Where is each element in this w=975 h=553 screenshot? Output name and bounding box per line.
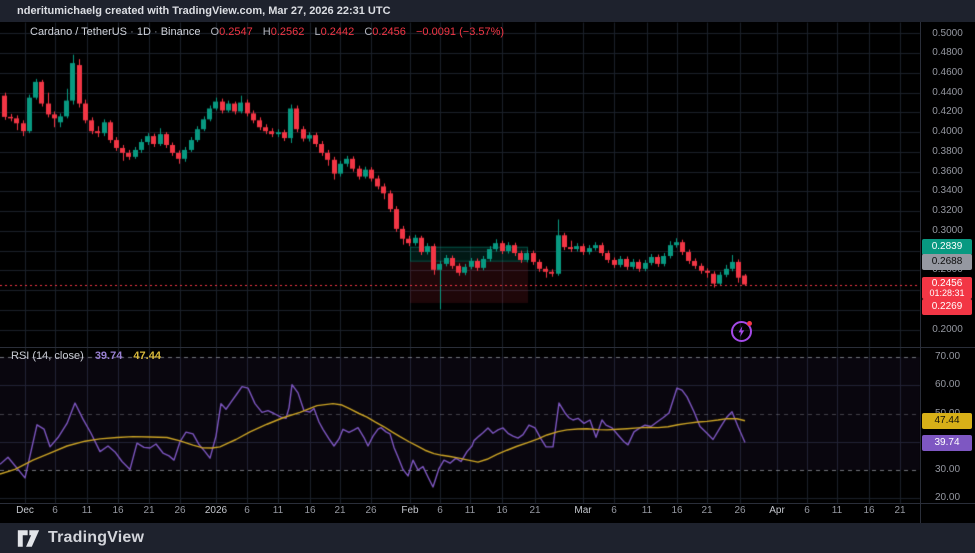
chart-canvas[interactable] (0, 0, 975, 553)
time-tick-label: 21 (132, 505, 166, 516)
time-axis-separator (0, 503, 975, 504)
tradingview-brand-text[interactable]: TradingView (48, 529, 144, 547)
interval-label[interactable]: 1D (137, 26, 151, 38)
time-tick-label: 6 (38, 505, 72, 516)
tradingview-logo-icon[interactable] (17, 528, 40, 549)
time-tick-label: 26 (354, 505, 388, 516)
price-tick-label: 0.2000 (920, 324, 975, 335)
open-value: 0.2547 (219, 26, 253, 38)
attribution-text: nderitumichaelg created with TradingView… (17, 5, 391, 17)
time-tick-label: 6 (597, 505, 631, 516)
time-tick-label: 11 (261, 505, 295, 516)
rsi-title[interactable]: RSI (14, close) (11, 350, 84, 362)
symbol-legend[interactable]: Cardano / TetherUS · 1D · Binance O0.254… (30, 26, 504, 38)
price-tick-label: 0.3200 (920, 205, 975, 216)
time-tick-label: 16 (101, 505, 135, 516)
rsi-tick-label: 20.00 (920, 492, 975, 503)
time-tick-label: 26 (723, 505, 757, 516)
rsi-value: 39.74 (95, 350, 123, 362)
entry-price-badge: 0.2688 (922, 254, 972, 270)
price-tick-label: 0.3600 (920, 166, 975, 177)
time-tick-label: 21 (690, 505, 724, 516)
price-tick-label: 0.3400 (920, 185, 975, 196)
time-tick-label: 11 (70, 505, 104, 516)
time-tick-label: 26 (163, 505, 197, 516)
time-tick-label: Mar (566, 505, 600, 516)
time-tick-label: 11 (630, 505, 664, 516)
time-tick-label: 11 (453, 505, 487, 516)
price-tick-label: 0.4800 (920, 47, 975, 58)
time-tick-label: 6 (423, 505, 457, 516)
attribution-bar: nderitumichaelg created with TradingView… (0, 0, 975, 22)
rsi-tick-label: 30.00 (920, 464, 975, 475)
time-tick-label: 21 (518, 505, 552, 516)
time-tick-label: 6 (790, 505, 824, 516)
time-tick-label: 16 (293, 505, 327, 516)
price-axis-border (920, 22, 921, 523)
price-tick-label: 0.3800 (920, 146, 975, 157)
rsi-ma-value: 47.44 (133, 350, 161, 362)
exchange-label: Binance (161, 26, 201, 38)
rsi-tick-label: 70.00 (920, 351, 975, 362)
price-tick-label: 0.4200 (920, 106, 975, 117)
pane-separator[interactable] (0, 347, 975, 348)
last-price-badge: 0.2456 01:28:31 (922, 277, 972, 299)
notification-dot (747, 321, 752, 326)
time-tick-label: Apr (760, 505, 794, 516)
time-tick-label: 16 (852, 505, 886, 516)
rsi-value-badge: 39.74 (922, 435, 972, 451)
rsi-tick-label: 60.00 (920, 379, 975, 390)
time-tick-label: 16 (485, 505, 519, 516)
high-value: 0.2562 (271, 26, 305, 38)
lightning-bolt-icon (735, 325, 748, 338)
close-value: 0.2456 (372, 26, 406, 38)
time-tick-label: 21 (323, 505, 357, 516)
low-value: 0.2442 (321, 26, 355, 38)
time-tick-label: Feb (393, 505, 427, 516)
time-tick-label: 2026 (199, 505, 233, 516)
stop-price-badge: 0.2269 (922, 299, 972, 315)
rsi-legend[interactable]: RSI (14, close) 39.74 47.44 (11, 350, 161, 362)
bar-countdown: 01:28:31 (922, 289, 972, 298)
rsi-ma-badge: 47.44 (922, 413, 972, 429)
tradingview-chart-window: nderitumichaelg created with TradingView… (0, 0, 975, 553)
price-tick-label: 0.4000 (920, 126, 975, 137)
open-label: O (211, 26, 220, 38)
time-tick-label: 21 (883, 505, 917, 516)
strategy-alert-button[interactable] (731, 321, 752, 342)
price-tick-label: 0.4400 (920, 87, 975, 98)
time-tick-label: Dec (8, 505, 42, 516)
target-price-badge: 0.2839 (922, 239, 972, 255)
time-tick-label: 16 (660, 505, 694, 516)
price-tick-label: 0.5000 (920, 28, 975, 39)
price-tick-label: 0.3000 (920, 225, 975, 236)
symbol-title[interactable]: Cardano / TetherUS (30, 26, 127, 38)
time-tick-label: 11 (820, 505, 854, 516)
bottom-brand-bar: TradingView (0, 523, 975, 553)
time-tick-label: 6 (230, 505, 264, 516)
change-value: −0.0091 (−3.57%) (416, 26, 504, 38)
price-tick-label: 0.4600 (920, 67, 975, 78)
high-label: H (263, 26, 271, 38)
